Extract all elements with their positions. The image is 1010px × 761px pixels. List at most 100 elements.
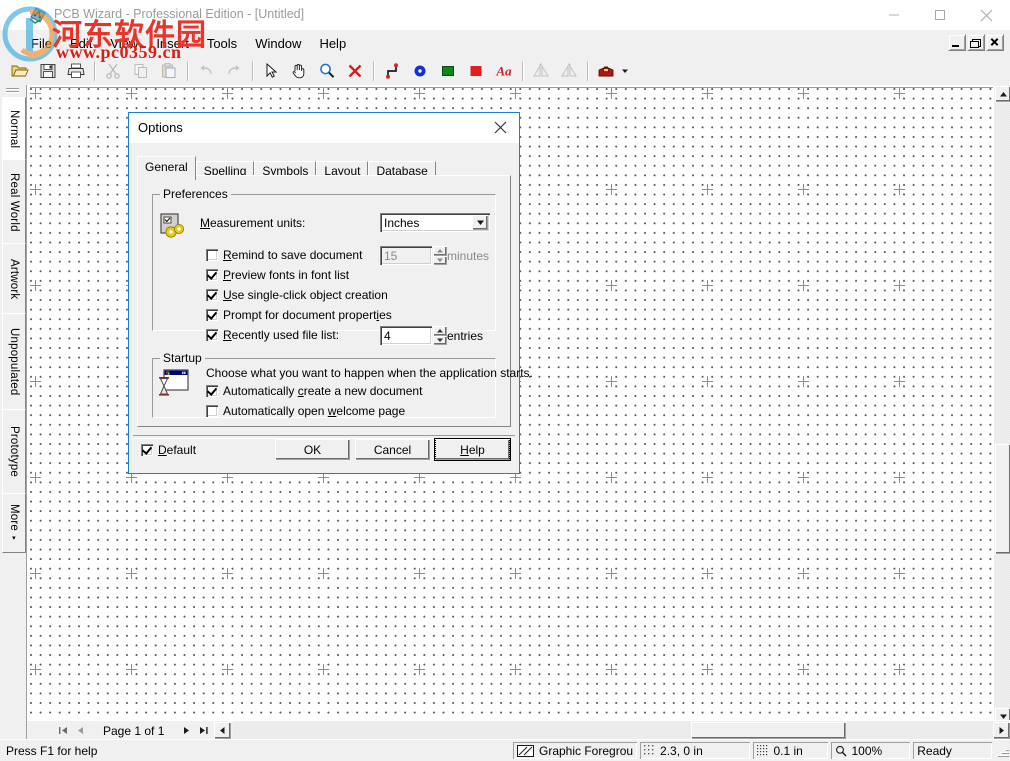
window-titlebar: PCB Wizard - Professional Edition - [Unt… [0,0,1010,31]
preview-fonts-checkbox[interactable]: Preview fonts in font list [206,268,349,282]
mdi-close-button[interactable] [986,34,1004,51]
save-icon[interactable] [35,58,61,84]
menu-insert[interactable]: Insert [147,34,198,54]
grid-registration-mark [318,568,329,579]
canvas-vertical-scrollbar[interactable] [993,85,1010,725]
checkbox-box [206,269,218,281]
sidebar-tab-prototype[interactable]: Prototype [2,409,26,495]
green-square-icon[interactable] [435,58,461,84]
sidebar-tab-normal[interactable]: Normal [2,97,26,161]
scroll-right-button[interactable] [993,722,1010,739]
checkbox-box [206,249,218,261]
pan-hand-icon[interactable] [286,58,312,84]
grid-registration-mark [702,664,713,675]
preferences-gears-icon [158,212,188,245]
first-page-button[interactable] [55,722,72,739]
sidebar-tab-real-world[interactable]: Real World [2,159,26,245]
chevron-down-icon[interactable] [472,215,488,230]
vertical-scroll-thumb[interactable] [994,443,1010,555]
preferences-group: Preferences Measurement units: Inches Re… [152,187,496,345]
checkbox-box [141,444,153,456]
grid-registration-mark [126,568,137,579]
recent-files-stepper[interactable]: 4 [380,326,447,345]
sidebar-tab-more[interactable]: More ▾ [2,493,26,553]
sidebar-tab-artwork[interactable]: Artwork [2,243,26,315]
stepper-down-button[interactable] [433,255,447,265]
pad-icon[interactable] [407,58,433,84]
chevron-down-icon: ▾ [12,534,16,542]
status-layer-pane[interactable]: Graphic Foregrou [513,742,637,759]
flip-left-icon[interactable] [528,58,554,84]
scroll-up-button[interactable] [994,85,1010,103]
text-aa-icon[interactable]: Aa [491,58,517,84]
menu-view[interactable]: View [101,34,147,54]
mdi-restore-button[interactable] [967,34,985,51]
window-close-button[interactable] [963,0,1009,30]
stepper-up-button[interactable] [433,326,447,336]
recent-files-checkbox[interactable]: Recently used file list: [206,328,339,342]
grid-registration-mark [126,664,137,675]
copy-icon[interactable] [128,58,154,84]
dialog-body: General Spelling Symbols Layout Database… [129,143,533,473]
auto-create-document-checkbox[interactable]: Automatically create a new document [206,384,422,398]
remind-minutes-value: 15 [380,246,432,265]
zoom-icon[interactable] [314,58,340,84]
menubar-items: File Edit View Insert Tools Window Help [22,34,355,54]
stepper-up-button[interactable] [433,246,447,256]
status-zoom-pane: 100% [831,742,910,759]
grid-registration-mark [510,568,521,579]
flip-right-icon[interactable] [556,58,582,84]
menu-help[interactable]: Help [310,34,355,54]
resize-grip[interactable] [995,744,1009,758]
grid-registration-mark [606,568,617,579]
dialog-titlebar: Options [129,113,519,143]
menu-window[interactable]: Window [246,34,310,54]
mdi-minimize-button[interactable] [948,34,966,51]
open-icon[interactable] [7,58,33,84]
remind-to-save-label: Remind to save document [223,248,363,262]
horizontal-scroll-track[interactable] [233,722,993,739]
redo-icon[interactable] [221,58,247,84]
auto-welcome-page-checkbox[interactable]: Automatically open welcome page [206,404,405,418]
dialog-close-button[interactable] [481,113,519,142]
menu-edit[interactable]: Edit [61,34,101,54]
checkbox-box [206,289,218,301]
paste-icon[interactable] [156,58,182,84]
last-page-button[interactable] [195,722,212,739]
prev-page-button[interactable] [72,722,89,739]
application-window: PCB Wizard - Professional Edition - [Unt… [0,0,1010,761]
ok-button[interactable]: OK [275,439,350,460]
scroll-left-button[interactable] [214,722,232,739]
cut-icon[interactable] [100,58,126,84]
delete-x-icon[interactable] [342,58,368,84]
remind-minutes-stepper[interactable]: 15 [380,246,447,265]
stepper-down-button[interactable] [433,335,447,345]
horizontal-scroll-thumb[interactable] [691,722,847,739]
menu-tools[interactable]: Tools [198,34,246,54]
help-button[interactable]: Help [435,438,510,461]
sidebar-tab-unpopulated[interactable]: Unpopulated [2,313,26,411]
print-icon[interactable] [63,58,89,84]
next-page-button[interactable] [178,722,195,739]
toolbox-dropdown-arrow[interactable] [620,59,630,83]
tab-strip-grip[interactable] [6,88,19,94]
menu-file[interactable]: File [22,34,61,54]
window-maximize-button[interactable] [917,0,963,30]
select-arrow-icon[interactable] [258,58,284,84]
remind-to-save-checkbox[interactable]: Remind to save document [206,248,362,262]
toolbox-icon[interactable] [593,58,619,84]
window-minimize-button[interactable] [871,0,917,30]
tab-page-general: Preferences Measurement units: Inches Re… [137,175,533,427]
dialog-title: Options [138,120,183,135]
track-icon[interactable] [379,58,405,84]
cancel-button[interactable]: Cancel [355,439,430,460]
default-checkbox[interactable]: Default [141,443,196,457]
undo-icon[interactable] [193,58,219,84]
tab-general[interactable]: General [137,156,196,180]
prompt-properties-checkbox[interactable]: Prompt for document properties [206,308,392,322]
default-label: Default [158,443,197,457]
measurement-units-combo[interactable]: Inches [380,213,490,232]
red-square-icon[interactable] [463,58,489,84]
single-click-checkbox[interactable]: Use single-click object creation [206,288,388,302]
measurement-units-label-rest: easurement units: [210,216,306,230]
